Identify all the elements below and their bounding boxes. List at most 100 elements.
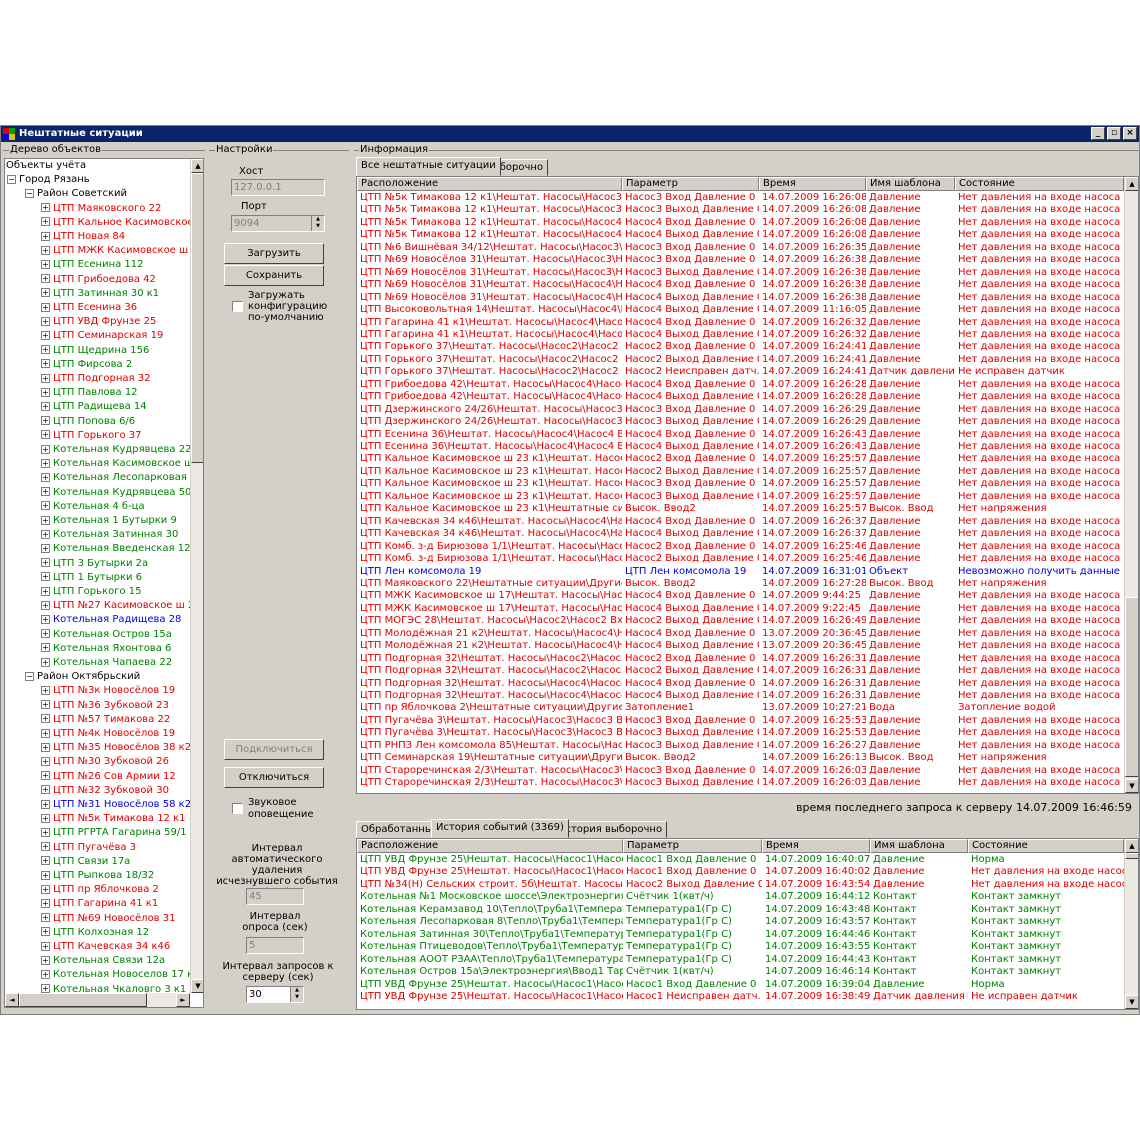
expand-icon[interactable]: + — [41, 870, 50, 880]
table-row[interactable]: ЦТП Горького 37\Нештат. Насосы\Насос2\На… — [357, 341, 1124, 353]
tree-node-object[interactable]: + ЦТП №32 Зубковой 30 — [41, 784, 169, 798]
host-input[interactable]: 127.0.0.1 — [231, 179, 325, 196]
column-header[interactable]: Параметр — [622, 177, 759, 191]
table-row[interactable]: Котельная АООТ РЗАА\Тепло\Труба1\Темпера… — [357, 954, 1124, 966]
table-row[interactable]: ЦТП Комб. з-д Бирюзова 1/1\Нештат. Насос… — [357, 553, 1124, 565]
column-header[interactable]: Расположение — [357, 177, 622, 191]
incidents-table[interactable]: Расположение Параметр Время Имя шаблона Сост… — [356, 176, 1139, 794]
table-row[interactable]: ЦТП Подгорная 32\Нештат. Насосы\Насос4\Н… — [357, 678, 1124, 690]
tree-node-object[interactable]: + Котельная Кудрявцева 22 — [41, 443, 191, 457]
expand-icon[interactable]: + — [41, 330, 50, 340]
table-row[interactable]: ЦТП Лен комсомола 19 ЦТП Лен комсомола 19… — [357, 566, 1124, 578]
table-row[interactable]: ЦТП РНПЗ Лен комсомола 85\Нештат. Насосы… — [357, 740, 1124, 752]
tree-node-object[interactable]: + ЦТП пр Яблочкова 2 — [41, 883, 159, 897]
table-row[interactable]: ЦТП Качевская 34 к46\Нештат. Насосы\Насо… — [357, 528, 1124, 540]
table-row[interactable]: ЦТП №69 Новосёлов 31\Нештат. Насосы\Насо… — [357, 292, 1124, 304]
table-row[interactable]: ЦТП Дзержинского 24/26\Нештат. Насосы\На… — [357, 416, 1124, 428]
tree-root[interactable]: Объекты учёта — [6, 159, 86, 173]
save-button[interactable]: Сохранить — [224, 265, 324, 286]
table-row[interactable]: Котельная Керамзавод 10\Тепло\Труба1\Тем… — [357, 904, 1124, 916]
expand-icon[interactable]: + — [41, 416, 50, 426]
tree-node-object[interactable]: + Котельная Связи 12а — [41, 954, 165, 968]
history-table[interactable]: Расположение Параметр Время Имя шаблона Сост… — [356, 838, 1139, 1010]
table-row[interactable]: ЦТП УВД Фрунзе 25\Нештат. Насосы\Насос1\… — [357, 979, 1124, 991]
tree-node-object[interactable]: + ЦТП №69 Новосёлов 31 — [41, 912, 175, 926]
table-row[interactable]: ЦТП Семинарская 19\Нештатные ситуации\Др… — [357, 752, 1124, 764]
tree-vscroll[interactable]: ▲ ▼ — [190, 159, 203, 993]
table-row[interactable]: ЦТП Есенина 36\Нештат. Насосы\Насос4\Нас… — [357, 441, 1124, 453]
tree-hscroll-thumb[interactable] — [19, 993, 147, 1007]
expand-icon[interactable]: + — [41, 685, 50, 695]
table-row[interactable]: Котельная Остров 15а\Электроэнергия\Ввод… — [357, 966, 1124, 978]
table-row[interactable]: ЦТП №69 Новосёлов 31\Нештат. Насосы\Насо… — [357, 254, 1124, 266]
table-row[interactable]: ЦТП Пугачёва 3\Нештат. Насосы\Насос3\Нас… — [357, 727, 1124, 739]
expand-icon[interactable]: + — [41, 231, 50, 241]
column-header[interactable]: Имя шаблона — [870, 839, 968, 853]
table-row[interactable]: ЦТП Горького 37\Нештат. Насосы\Насос2\На… — [357, 354, 1124, 366]
expand-icon[interactable]: + — [41, 345, 50, 355]
expand-icon[interactable]: + — [41, 401, 50, 411]
tree-node-object[interactable]: + ЦТП Пугачёва 3 — [41, 841, 136, 855]
request-interval-input[interactable]: 30 ▲ ▼ — [246, 986, 304, 1003]
column-header[interactable]: Состояние — [955, 177, 1124, 191]
expand-icon[interactable]: + — [41, 444, 50, 454]
table-row[interactable]: ЦТП МЖК Касимовское ш 17\Нештат. Насосы\… — [357, 590, 1124, 602]
table-row[interactable]: ЦТП МЖК Касимовское ш 17\Нештат. Насосы\… — [357, 603, 1124, 615]
close-button[interactable]: × — [1123, 127, 1137, 140]
disconnect-button[interactable]: Отключиться — [224, 767, 324, 788]
table-row[interactable]: ЦТП УВД Фрунзе 25\Нештат. Насосы\Насос1\… — [357, 854, 1124, 866]
table-row[interactable]: ЦТП пр Яблочкова 2\Нештатные ситуации\Др… — [357, 702, 1124, 714]
tab-all-incidents[interactable]: Все нештатные ситуации — [356, 157, 501, 176]
port-spinner-icon[interactable]: ▲ ▼ — [311, 216, 324, 231]
table-row[interactable]: ЦТП УВД Фрунзе 25\Нештат. Насосы\Насос1\… — [357, 866, 1124, 878]
tree-node-object[interactable]: + ЦТП Щедрина 156 — [41, 344, 149, 358]
table-row[interactable]: ЦТП Кальное Касимовское ш 23 к1\Нештат. … — [357, 453, 1124, 465]
expand-icon[interactable]: + — [41, 359, 50, 369]
expand-icon[interactable]: + — [41, 884, 50, 894]
table-row[interactable]: ЦТП №5к Тимакова 12 к1\Нештат. Насосы\На… — [357, 192, 1124, 204]
table-row[interactable]: ЦТП №69 Новосёлов 31\Нештат. Насосы\Насо… — [357, 279, 1124, 291]
tree-node-object[interactable]: + Котельная Кудрявцева 50 — [41, 486, 191, 500]
table-row[interactable]: ЦТП №69 Новосёлов 31\Нештат. Насосы\Насо… — [357, 267, 1124, 279]
tree-node-object[interactable]: + ЦТП Маяковского 22 — [41, 202, 161, 216]
expand-icon[interactable]: + — [41, 515, 50, 525]
tree-node-object[interactable]: + ЦТП Колхозная 12 — [41, 926, 149, 940]
table-row[interactable]: ЦТП Гагарина 41 к1\Нештат. Насосы\Насос4… — [357, 329, 1124, 341]
column-header[interactable]: Имя шаблона — [866, 177, 955, 191]
object-tree[interactable]: Объекты учёта − Город Рязань − Район Советск… — [4, 158, 204, 1008]
tree-node-object[interactable]: + Котельная Остров 15а — [41, 628, 172, 642]
tree-node-object[interactable]: + ЦТП №57 Тимакова 22 — [41, 713, 170, 727]
tree-node-object[interactable]: + ЦТП Семинарская 19 — [41, 329, 163, 343]
table-row[interactable]: ЦТП Есенина 36\Нештат. Насосы\Насос4\Нас… — [357, 429, 1124, 441]
expand-icon[interactable]: + — [41, 387, 50, 397]
collapse-icon[interactable]: − — [7, 174, 16, 184]
expand-icon[interactable]: + — [41, 714, 50, 724]
table-row[interactable]: ЦТП Староречинская 2/3\Нештат. Насосы\На… — [357, 777, 1124, 789]
expand-icon[interactable]: + — [41, 274, 50, 284]
tree-node-object[interactable]: + ЦТП 1 Бутырки 6 — [41, 571, 142, 585]
table-row[interactable]: ЦТП Пугачёва 3\Нештат. Насосы\Насос3\Нас… — [357, 715, 1124, 727]
tab-event-history[interactable]: История событий (3369) — [431, 819, 569, 838]
tree-node-district[interactable]: − Район Советский — [25, 187, 127, 201]
tree-node-object[interactable]: + ЦТП МЖК Касимовское ш 17 — [41, 244, 191, 258]
expand-icon[interactable]: + — [41, 984, 50, 993]
restore-button[interactable]: ▫ — [1107, 127, 1121, 140]
tree-node-object[interactable]: + ЦТП Павлова 12 — [41, 386, 138, 400]
table-row[interactable]: Котельная №1 Московское шоссе\Электроэне… — [357, 891, 1124, 903]
scroll-down-icon[interactable]: ▼ — [191, 979, 203, 993]
tree-node-object[interactable]: + ЦТП Новая 84 — [41, 230, 125, 244]
expand-icon[interactable]: + — [41, 799, 50, 809]
table-row[interactable]: ЦТП Грибоедова 42\Нештат. Насосы\Насос4\… — [357, 391, 1124, 403]
table-row[interactable]: ЦТП Гагарина 41 к1\Нештат. Насосы\Насос4… — [357, 317, 1124, 329]
tree-node-district[interactable]: − Район Октябрьский — [25, 670, 140, 684]
tree-node-object[interactable]: + ЦТП №5к Тимакова 12 к1 — [41, 812, 186, 826]
tree-node-object[interactable]: + ЦТП Попова 6/6 — [41, 415, 135, 429]
expand-icon[interactable]: + — [41, 643, 50, 653]
scroll-down-icon[interactable]: ▼ — [1125, 995, 1138, 1009]
tree-node-object[interactable]: + ЦТП Рыпкова 18/32 — [41, 869, 154, 883]
incidents-vscroll[interactable]: ▲ ▼ — [1124, 177, 1138, 793]
request-spinner-icon[interactable]: ▲ ▼ — [290, 987, 303, 1002]
expand-icon[interactable]: + — [41, 259, 50, 269]
tree-node-object[interactable]: +Котельная Касимовское ш 23 — [41, 457, 191, 471]
column-header[interactable]: Состояние — [968, 839, 1124, 853]
